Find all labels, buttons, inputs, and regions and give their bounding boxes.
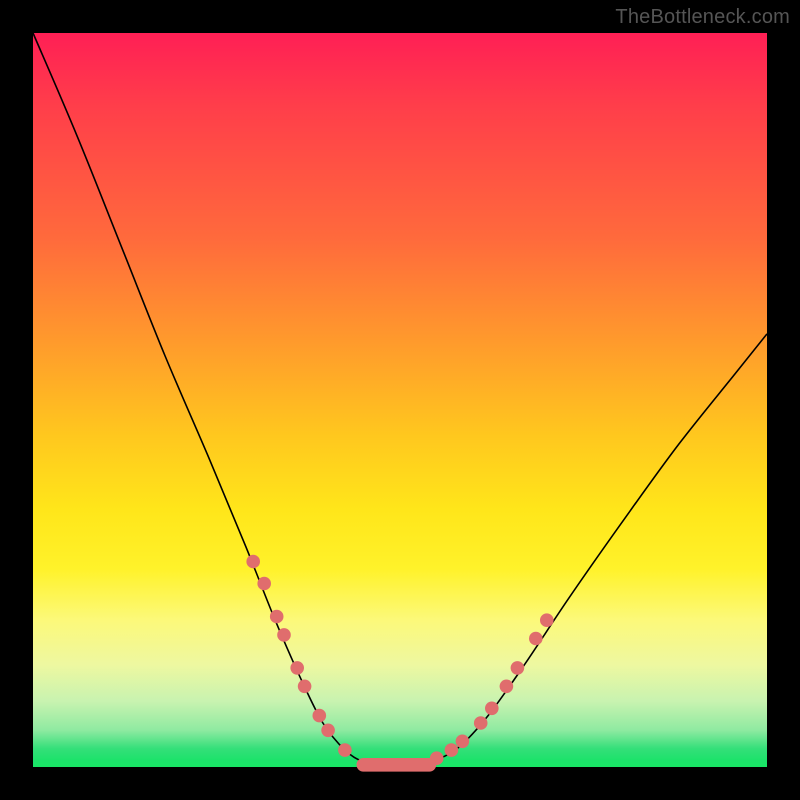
marker-right-5	[500, 680, 514, 694]
chart-frame: TheBottleneck.com	[0, 0, 800, 800]
marker-valley-pill	[357, 758, 437, 772]
marker-left-1	[257, 577, 271, 591]
marker-left-8	[338, 743, 352, 757]
curve-layer	[33, 33, 767, 767]
marker-right-7	[529, 632, 543, 646]
attribution-label: TheBottleneck.com	[615, 6, 790, 29]
data-markers	[246, 555, 553, 772]
marker-right-4	[485, 702, 499, 716]
marker-left-3	[277, 628, 291, 642]
marker-left-6	[313, 709, 327, 723]
marker-right-3	[474, 716, 488, 730]
plot-area	[33, 33, 767, 767]
marker-left-2	[270, 610, 284, 624]
marker-left-4	[290, 661, 304, 675]
marker-left-7	[321, 724, 335, 738]
marker-right-8	[540, 613, 554, 627]
marker-right-1	[445, 743, 459, 757]
bottleneck-curve	[33, 33, 767, 768]
marker-left-5	[298, 680, 312, 694]
marker-right-2	[456, 735, 470, 749]
marker-left-0	[246, 555, 260, 569]
marker-right-6	[511, 661, 525, 675]
